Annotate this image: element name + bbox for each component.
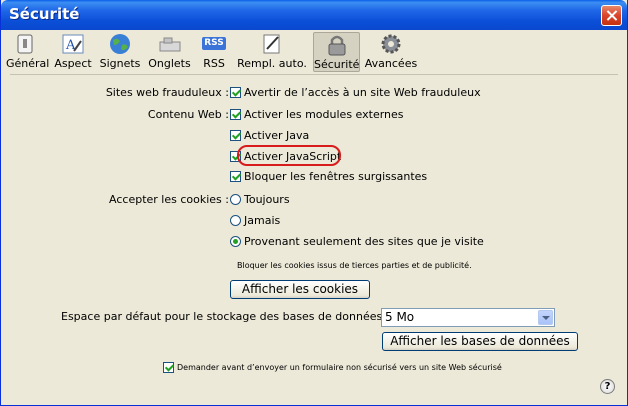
tab-security-label: Sécurité (314, 58, 360, 71)
security-preferences-window: Sécurité Général A Aspect Signets Onglet… (0, 0, 628, 406)
cookies-never-option[interactable]: Jamais (230, 214, 280, 227)
tab-aspect[interactable]: A Aspect (54, 32, 92, 72)
toolbar-divider (10, 74, 618, 75)
form-warning-text: Demander avant d’envoyer un formulaire n… (177, 363, 502, 372)
window-title: Sécurité (9, 5, 80, 23)
tab-security[interactable]: Sécurité (313, 32, 360, 72)
tab-autofill[interactable]: Rempl. auto. (235, 32, 309, 72)
cookies-always-text: Toujours (244, 193, 290, 206)
form-warning-checkbox[interactable] (163, 362, 174, 373)
db-storage-select[interactable]: 5 Mo (381, 308, 555, 327)
javascript-highlight-annotation (237, 145, 341, 166)
block-popups-text: Bloquer les fenêtres surgissantes (244, 170, 428, 183)
title-bar[interactable]: Sécurité (1, 0, 627, 30)
enable-plugins-option[interactable]: Activer les modules externes (230, 108, 404, 121)
globe-bookmarks-icon (108, 33, 132, 55)
pen-autofill-icon (260, 33, 284, 55)
tab-autofill-label: Rempl. auto. (237, 57, 307, 70)
general-switch-icon (13, 33, 37, 55)
tab-rss-label: RSS (203, 57, 225, 70)
tab-rss[interactable]: RSS RSS (200, 32, 228, 72)
gear-icon (379, 33, 403, 55)
db-storage-value: 5 Mo (385, 310, 415, 324)
cookies-always-radio[interactable] (230, 194, 241, 205)
enable-java-text: Activer Java (244, 129, 310, 142)
enable-plugins-checkbox[interactable] (230, 109, 241, 120)
lock-icon (325, 34, 349, 56)
chevron-down-icon[interactable] (538, 310, 553, 325)
cookies-never-radio[interactable] (230, 215, 241, 226)
show-cookies-button[interactable]: Afficher les cookies (230, 280, 370, 299)
show-databases-button[interactable]: Afficher les bases de données (382, 332, 578, 351)
cookies-never-text: Jamais (244, 214, 281, 227)
rss-badge: RSS (202, 37, 226, 50)
db-storage-label: Espace par défaut pour le stockage des b… (61, 310, 390, 323)
tab-tabs[interactable]: Onglets (147, 32, 192, 72)
fraud-warning-checkbox[interactable] (230, 87, 241, 98)
tab-general-label: Général (6, 57, 50, 70)
enable-java-checkbox[interactable] (230, 130, 241, 141)
cookies-always-option[interactable]: Toujours (230, 193, 290, 206)
tab-advanced[interactable]: Avancées (364, 32, 418, 72)
close-button[interactable] (601, 5, 622, 26)
fraud-sites-label: Sites web frauduleux : (105, 86, 229, 99)
tab-bookmarks-label: Signets (99, 57, 141, 70)
tab-tabs-label: Onglets (148, 57, 191, 70)
form-warning-option[interactable]: Demander avant d’envoyer un formulaire n… (163, 362, 502, 373)
cookies-visited-option[interactable]: Provenant seulement des sites que je vis… (230, 235, 484, 248)
block-popups-option[interactable]: Bloquer les fenêtres surgissantes (230, 170, 427, 183)
fraud-warning-text: Avertir de l’accès à un site Web fraudul… (244, 86, 481, 99)
tab-advanced-label: Avancées (364, 57, 418, 70)
fraud-warning-option[interactable]: Avertir de l’accès à un site Web fraudul… (230, 86, 481, 99)
enable-plugins-text: Activer les modules externes (244, 108, 404, 121)
cookies-note: Bloquer les cookies issus de tierces par… (237, 261, 472, 270)
tab-aspect-label: Aspect (54, 57, 92, 70)
help-button[interactable]: ? (600, 379, 615, 394)
cookies-visited-radio[interactable] (230, 236, 241, 247)
enable-java-option[interactable]: Activer Java (230, 129, 309, 142)
accept-cookies-label: Accepter les cookies : (109, 193, 229, 206)
preferences-toolbar: Général A Aspect Signets Onglets RSS RSS (2, 30, 626, 73)
tabs-icon (158, 33, 182, 55)
tab-general[interactable]: Général (6, 32, 50, 72)
web-content-label: Contenu Web : (147, 108, 229, 121)
font-aspect-icon: A (61, 33, 85, 55)
block-popups-checkbox[interactable] (230, 171, 241, 182)
cookies-visited-text: Provenant seulement des sites que je vis… (244, 235, 484, 248)
tab-bookmarks[interactable]: Signets (99, 32, 141, 72)
rss-icon: RSS (201, 33, 227, 55)
